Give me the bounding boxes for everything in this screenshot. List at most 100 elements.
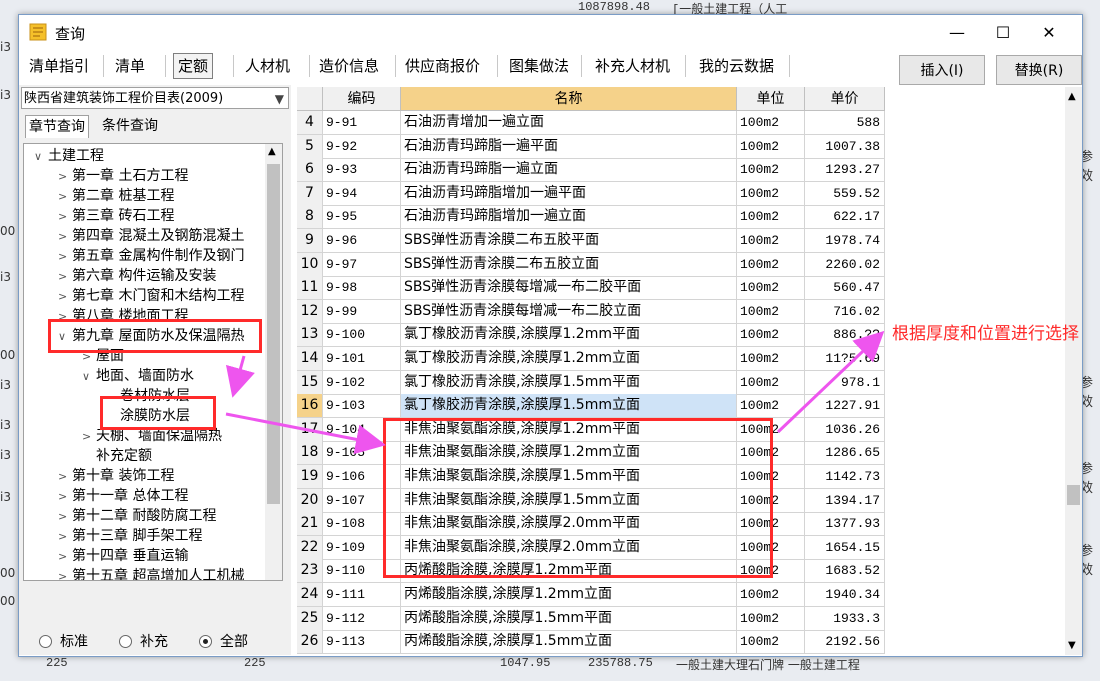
chevron-right-icon[interactable]: > xyxy=(58,527,72,547)
bg-left-mark: 00 xyxy=(0,224,16,238)
tab-labor-material[interactable]: 人材机 xyxy=(241,53,294,79)
table-row[interactable]: 11 9-98 SBS弹性沥青涂膜每增减一布二胶平面 100m2 560.47 xyxy=(297,276,885,301)
table-row[interactable]: 16 9-103 氯丁橡胶沥青涂膜,涂膜厚1.5mm立面 100m2 1227.91 xyxy=(297,394,885,419)
grid-scroll-thumb[interactable] xyxy=(1067,485,1080,505)
chevron-right-icon[interactable]: > xyxy=(58,247,72,267)
tab-chapter-query[interactable]: 章节查询 xyxy=(25,115,89,138)
table-row[interactable]: 26 9-113 丙烯酸脂涂膜,涂膜厚1.5mm立面 100m2 2192.56 xyxy=(297,630,885,655)
table-row[interactable]: 13 9-100 氯丁橡胶沥青涂膜,涂膜厚1.2mm平面 100m2 886.?? xyxy=(297,323,885,348)
library-select[interactable]: 陕西省建筑装饰工程价目表(2009) ▼ xyxy=(21,87,289,109)
table-row[interactable]: 6 9-93 石油沥青玛蹄脂一遍立面 100m2 1293.27 xyxy=(297,158,885,183)
cell-no: 9 xyxy=(297,229,323,253)
tree-node[interactable]: ∨ 土建工程 xyxy=(34,146,104,166)
insert-button[interactable]: 插入(I) xyxy=(899,55,985,85)
tree-node[interactable]: > 第六章 构件运输及安装 xyxy=(58,266,216,286)
tree-scrollbar[interactable]: ▲ xyxy=(265,144,282,580)
tree-node[interactable]: > 第十五章 超高增加人工机械 xyxy=(58,566,244,580)
annotation-note: 根据厚度和位置进行选择 xyxy=(892,324,1079,344)
minimize-button[interactable]: — xyxy=(934,15,980,49)
chevron-right-icon[interactable]: > xyxy=(58,467,72,487)
chapter-tree: ∨ 土建工程 > 第一章 土石方工程 > 第二章 桩基工程 > 第三章 砖石工程 > 第四章 混凝… xyxy=(23,143,283,581)
table-row[interactable]: 10 9-97 SBS弹性沥青涂膜二布五胶立面 100m2 2260.02 xyxy=(297,252,885,277)
chevron-right-icon[interactable]: > xyxy=(58,207,72,227)
tree-node[interactable]: > 第四章 混凝土及钢筋混凝土 xyxy=(58,226,244,246)
chevron-down-icon[interactable]: ∨ xyxy=(82,367,96,387)
chevron-right-icon[interactable]: > xyxy=(58,547,72,567)
tree-node-label: 第六章 构件运输及安装 xyxy=(72,268,217,284)
table-row[interactable]: 8 9-95 石油沥青玛蹄脂增加一遍立面 100m2 622.17 xyxy=(297,205,885,230)
tree-node[interactable]: > 第十一章 总体工程 xyxy=(58,486,188,506)
column-header-unit[interactable]: 单位 xyxy=(737,87,805,111)
chevron-down-icon[interactable]: ∨ xyxy=(34,147,48,167)
cell-name: 石油沥青玛蹄脂增加一遍立面 xyxy=(401,205,737,230)
tree-node[interactable]: 补充定额 xyxy=(82,446,152,466)
radio-all-dot[interactable] xyxy=(199,634,212,648)
chevron-right-icon[interactable]: > xyxy=(58,187,72,207)
bg-bottom-1: 225 xyxy=(46,656,68,670)
bg-bottom-3: 1047.95 xyxy=(500,656,551,670)
table-row[interactable]: 25 9-112 丙烯酸脂涂膜,涂膜厚1.5mm平面 100m2 1933.3 xyxy=(297,606,885,631)
tab-quota[interactable]: 定额 xyxy=(173,53,214,79)
tab-atlas-method[interactable]: 图集做法 xyxy=(505,53,573,79)
chevron-right-icon[interactable]: > xyxy=(82,427,96,447)
scroll-up-icon[interactable]: ▲ xyxy=(1068,91,1076,102)
tab-supplement-material[interactable]: 补充人材机 xyxy=(591,53,674,79)
cell-unit: 100m2 xyxy=(737,205,805,230)
highlight-coating-layer xyxy=(100,396,216,430)
table-row[interactable]: 7 9-94 石油沥青玛蹄脂增加一遍平面 100m2 559.52 xyxy=(297,181,885,206)
scroll-down-icon[interactable]: ▼ xyxy=(1068,640,1076,651)
radio-standard[interactable]: 标准 xyxy=(39,631,88,651)
chevron-right-icon[interactable]: > xyxy=(58,167,72,187)
maximize-button[interactable]: ☐ xyxy=(980,15,1026,49)
tab-cloud-data[interactable]: 我的云数据 xyxy=(695,53,778,79)
tree-node[interactable]: > 第十四章 垂直运输 xyxy=(58,546,188,566)
cell-no: 10 xyxy=(297,252,323,277)
tree-node[interactable]: > 第十章 装饰工程 xyxy=(58,466,174,486)
table-row[interactable]: 15 9-102 氯丁橡胶沥青涂膜,涂膜厚1.5mm平面 100m2 978.1 xyxy=(297,370,885,395)
chevron-right-icon[interactable]: > xyxy=(58,227,72,247)
table-row[interactable]: 12 9-99 SBS弹性沥青涂膜每增减一布二胶立面 100m2 716.02 xyxy=(297,299,885,324)
table-row[interactable]: 5 9-92 石油沥青玛蹄脂一遍平面 100m2 1007.38 xyxy=(297,134,885,159)
tree-scroll-thumb[interactable] xyxy=(267,164,280,504)
cell-unit: 100m2 xyxy=(737,323,805,348)
column-header-price[interactable]: 单价 xyxy=(805,87,885,111)
close-button[interactable]: ✕ xyxy=(1026,15,1072,49)
chevron-right-icon[interactable]: > xyxy=(58,507,72,527)
tree-node-label: 第二章 桩基工程 xyxy=(72,188,175,204)
tree-node[interactable]: > 第十三章 脚手架工程 xyxy=(58,526,202,546)
radio-supplement-dot[interactable] xyxy=(119,634,132,648)
chevron-right-icon[interactable]: > xyxy=(58,487,72,507)
cell-no: 5 xyxy=(297,134,323,159)
tab-supplier-quote[interactable]: 供应商报价 xyxy=(401,53,484,79)
table-row[interactable]: 9 9-96 SBS弹性沥青涂膜二布五胶平面 100m2 1978.74 xyxy=(297,229,885,253)
tab-price-info[interactable]: 造价信息 xyxy=(315,53,383,79)
radio-standard-dot[interactable] xyxy=(39,634,52,648)
tree-node[interactable]: > 第一章 土石方工程 xyxy=(58,166,188,186)
table-row[interactable]: 14 9-101 氯丁橡胶沥青涂膜,涂膜厚1.2mm立面 100m2 11?5.69 xyxy=(297,347,885,371)
chevron-right-icon[interactable]: > xyxy=(58,567,72,580)
tree-node-label: 第十章 装饰工程 xyxy=(72,468,175,484)
tree-node[interactable]: > 第三章 砖石工程 xyxy=(58,206,174,226)
replace-button[interactable]: 替换(R) xyxy=(996,55,1082,85)
tree-node[interactable]: > 第七章 木门窗和木结构工程 xyxy=(58,286,244,306)
radio-supplement[interactable]: 补充 xyxy=(119,631,168,651)
grid-scrollbar[interactable]: ▲ ▼ xyxy=(1065,87,1082,655)
tree-node[interactable]: > 第十二章 耐酸防腐工程 xyxy=(58,506,216,526)
tree-node[interactable]: ∨ 地面、墙面防水 xyxy=(82,366,194,386)
cell-price: 1286.65 xyxy=(805,441,885,466)
chevron-right-icon[interactable]: > xyxy=(58,267,72,287)
cell-code: 9-112 xyxy=(323,606,401,631)
tab-condition-query[interactable]: 条件查询 xyxy=(99,115,161,137)
tree-node[interactable]: > 第二章 桩基工程 xyxy=(58,186,174,206)
column-header-code[interactable]: 编码 xyxy=(323,87,401,111)
radio-all[interactable]: 全部 xyxy=(199,631,248,651)
column-header-name[interactable]: 名称 xyxy=(401,87,737,111)
tab-bill[interactable]: 清单 xyxy=(111,53,149,79)
cell-unit: 100m2 xyxy=(737,630,805,655)
tree-node[interactable]: > 第五章 金属构件制作及钢门 xyxy=(58,246,244,266)
table-row[interactable]: 4 9-91 石油沥青增加一遍立面 100m2 588 xyxy=(297,111,885,135)
table-row[interactable]: 24 9-111 丙烯酸脂涂膜,涂膜厚1.2mm立面 100m2 1940.34 xyxy=(297,583,885,607)
chevron-right-icon[interactable]: > xyxy=(58,287,72,307)
tab-bill-guide[interactable]: 清单指引 xyxy=(25,53,93,79)
scroll-up-icon[interactable]: ▲ xyxy=(268,146,276,157)
